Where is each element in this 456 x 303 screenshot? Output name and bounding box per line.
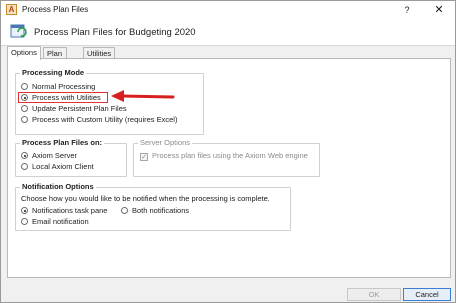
option-label: Notifications task pane [32, 206, 108, 215]
radio-button-icon [21, 83, 28, 90]
radio-axiom-server[interactable]: Axiom Server [21, 151, 77, 161]
process-on-label: Process Plan Files on: [20, 138, 105, 147]
radio-both-notifications[interactable]: Both notifications [121, 206, 189, 216]
radio-button-checked-icon [21, 207, 28, 214]
checkbox-web-engine[interactable]: ✓ Process plan files using the Axiom Web … [140, 151, 308, 161]
tab-options[interactable]: Options [7, 46, 41, 60]
radio-normal-processing[interactable]: Normal Processing [21, 82, 95, 92]
app-logo-icon: A [6, 4, 17, 15]
dialog-window: A Process Plan Files ? ✕ Process Plan Fi… [0, 0, 456, 303]
notification-description: Choose how you would like to be notified… [21, 194, 270, 203]
radio-update-persistent[interactable]: Update Persistent Plan Files [21, 104, 127, 114]
close-button[interactable]: ✕ [429, 2, 449, 18]
highlight-box [18, 92, 108, 103]
radio-button-icon [21, 105, 28, 112]
processing-mode-label: Processing Mode [20, 68, 87, 77]
ok-button[interactable]: OK [347, 288, 401, 301]
title-bar: A Process Plan Files ? ✕ [1, 1, 455, 19]
radio-email-notification[interactable]: Email notification [21, 217, 89, 227]
option-label: Normal Processing [32, 82, 96, 91]
option-label: Process with Custom Utility (requires Ex… [32, 115, 178, 124]
notification-options-label: Notification Options [20, 182, 96, 191]
red-arrow-icon [111, 90, 175, 102]
radio-custom-utility[interactable]: Process with Custom Utility (requires Ex… [21, 115, 177, 125]
radio-notifications-task-pane[interactable]: Notifications task pane [21, 206, 107, 216]
dialog-heading: Process Plan Files for Budgeting 2020 [34, 27, 196, 38]
radio-local-axiom-client[interactable]: Local Axiom Client [21, 162, 94, 172]
options-panel: Processing Mode Normal Processing Proces… [7, 58, 451, 278]
option-label: Email notification [32, 217, 89, 226]
option-label: Both notifications [132, 206, 190, 215]
radio-button-checked-icon [21, 152, 28, 159]
radio-button-icon [21, 163, 28, 170]
help-button[interactable]: ? [399, 3, 415, 17]
dialog-header: Process Plan Files for Budgeting 2020 [1, 19, 455, 46]
checkbox-label: Process plan files using the Axiom Web e… [152, 151, 308, 160]
cancel-button[interactable]: Cancel [403, 288, 451, 301]
process-files-icon [10, 24, 27, 38]
radio-button-icon [21, 218, 28, 225]
checkbox-checked-icon: ✓ [140, 153, 148, 161]
server-options-label: Server Options [138, 138, 193, 147]
radio-button-icon [21, 116, 28, 123]
radio-button-icon [121, 207, 128, 214]
option-label: Axiom Server [32, 151, 78, 160]
window-title: Process Plan Files [22, 5, 89, 14]
option-label: Update Persistent Plan Files [32, 104, 127, 113]
option-label: Local Axiom Client [32, 162, 94, 171]
